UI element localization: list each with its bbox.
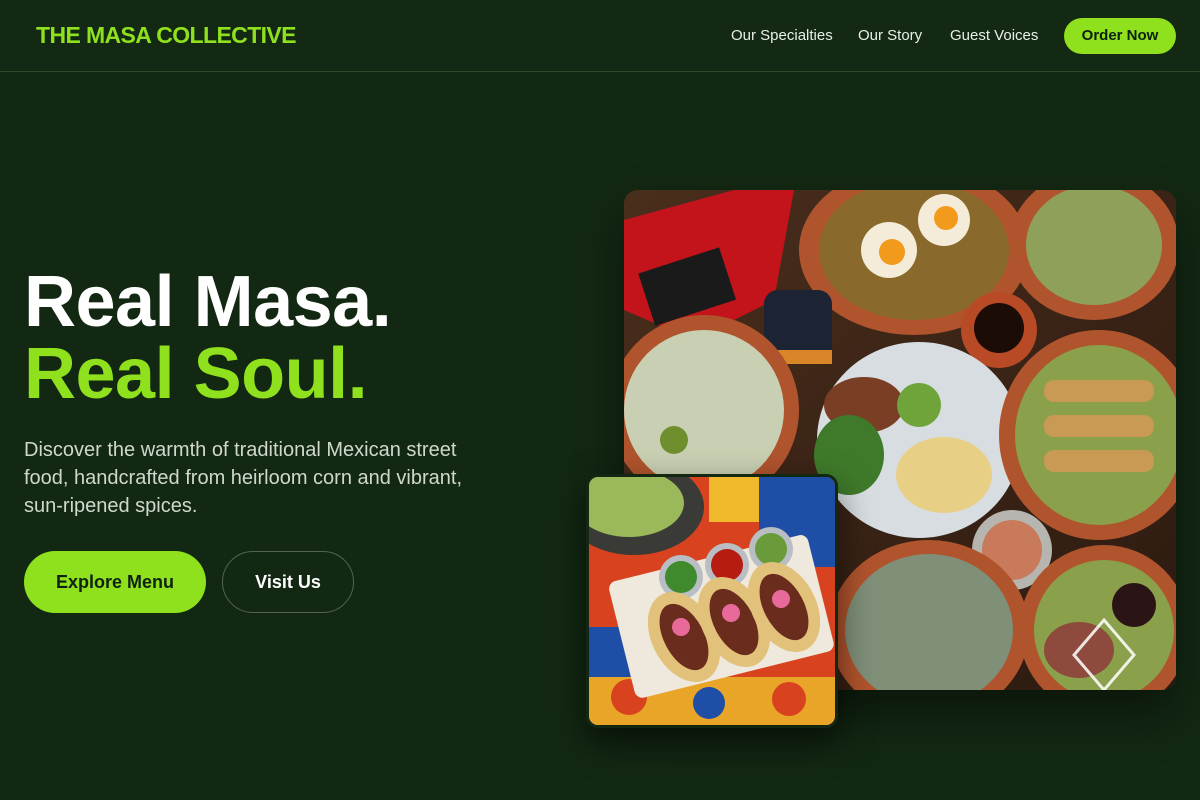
visit-us-button[interactable]: Visit Us xyxy=(222,551,354,613)
headline-line-2: Real Soul. xyxy=(24,334,368,414)
tacos-photo xyxy=(586,474,838,728)
nav-link-story[interactable]: Our Story xyxy=(858,27,922,44)
brand-logo[interactable]: THE MASA COLLECTIVE xyxy=(36,22,297,49)
hero-description: Discover the warmth of traditional Mexic… xyxy=(24,439,463,517)
explore-menu-button[interactable]: Explore Menu xyxy=(24,551,206,613)
site-header: THE MASA COLLECTIVE Our Specialties Our … xyxy=(0,0,1200,72)
nav-link-specialties[interactable]: Our Specialties xyxy=(731,27,833,44)
headline-line-1: Real Masa. xyxy=(24,262,392,342)
hero-headline: Real Masa. Real Soul. xyxy=(24,262,392,414)
landing-page: THE MASA COLLECTIVE Our Specialties Our … xyxy=(0,0,1200,800)
nav-link-guest-voices[interactable]: Guest Voices xyxy=(950,27,1038,44)
order-now-button[interactable]: Order Now xyxy=(1064,18,1176,54)
